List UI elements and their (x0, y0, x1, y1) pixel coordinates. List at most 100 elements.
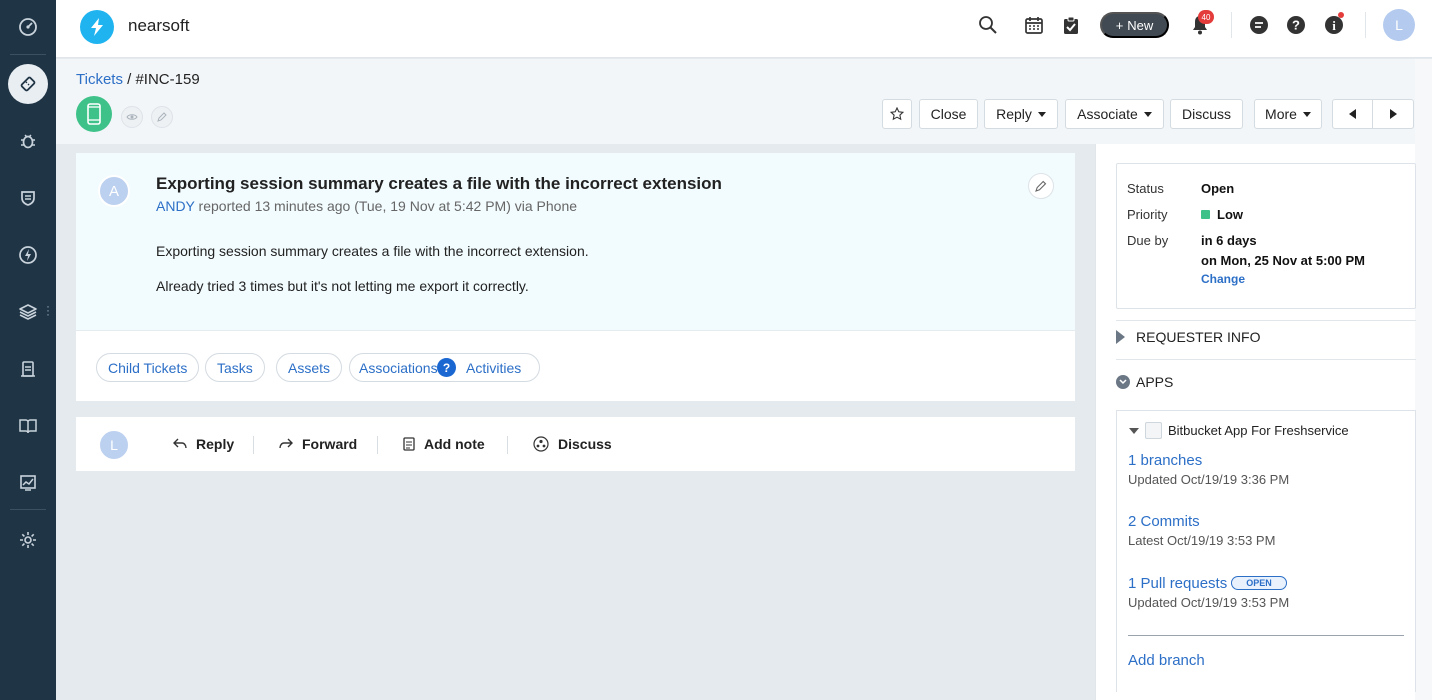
info-alert-dot (1338, 12, 1344, 18)
new-button-label: New (1127, 17, 1154, 33)
chevron-down-icon (1037, 111, 1046, 117)
commits-link[interactable]: 2 Commits (1128, 513, 1200, 530)
chevron-left-icon (1348, 109, 1356, 119)
expand-requester-info-icon[interactable] (1116, 330, 1125, 344)
app-name: Bitbucket App For Freshservice (1168, 423, 1349, 438)
search-icon[interactable] (977, 14, 999, 36)
change-due-date-link[interactable]: Change (1201, 272, 1245, 286)
topbar-divider (1365, 12, 1366, 38)
reply-dropdown-label: Reply (996, 106, 1032, 122)
bitbucket-app-widget: Bitbucket App For Freshservice 1 branche… (1116, 410, 1416, 692)
help-icon[interactable]: ? (1285, 14, 1307, 36)
workspace-name: nearsoft (128, 16, 190, 35)
status-label: Status (1127, 181, 1164, 196)
priority-value[interactable]: Low (1201, 207, 1243, 222)
reply-bar-divider (253, 436, 254, 454)
branches-link[interactable]: 1 branches (1128, 452, 1202, 469)
due-relative: in 6 days (1201, 233, 1257, 248)
app-divider (1128, 635, 1404, 636)
tab-assets[interactable]: Assets (276, 353, 343, 382)
discuss-action[interactable]: Discuss (533, 436, 612, 452)
breadcrumb-current: #INC-159 (135, 71, 200, 88)
svg-text:i: i (1332, 18, 1336, 33)
reply-action[interactable]: Reply (173, 436, 234, 452)
pull-requests-row: 1 Pull requests OPEN (1128, 575, 1287, 592)
sidebar-divider (10, 54, 46, 55)
ticket-properties-box: Status Open Priority Low Due by in 6 day… (1116, 163, 1416, 309)
more-dots-icon[interactable]: · · · (46, 300, 50, 320)
apps-section-title[interactable]: APPS (1136, 374, 1173, 390)
more-dropdown-label: More (1265, 106, 1297, 122)
requester-avatar: A (98, 175, 130, 207)
pull-requests-updated: Updated Oct/19/19 3:53 PM (1128, 595, 1290, 610)
section-divider (1116, 359, 1416, 360)
reply-bar-divider (377, 436, 378, 454)
user-avatar[interactable]: L (1383, 9, 1415, 41)
ticket-properties-panel: Status Open Priority Low Due by in 6 day… (1095, 144, 1416, 700)
reply-bar-divider (507, 436, 508, 454)
problems-bug-icon[interactable] (8, 121, 48, 161)
tab-activities[interactable]: Activities (456, 353, 531, 382)
branches-updated: Updated Oct/19/19 3:36 PM (1128, 472, 1290, 487)
admin-gear-icon[interactable] (8, 520, 48, 560)
chevron-down-icon (1302, 111, 1311, 117)
reports-chart-icon[interactable] (8, 463, 48, 503)
ticket-header: Tickets / #INC-159 Close Reply Associate… (56, 59, 1415, 144)
tab-associations-label: Associations (359, 359, 438, 376)
commits-latest: Latest Oct/19/19 3:53 PM (1128, 533, 1276, 548)
requester-info-section-title[interactable]: REQUESTER INFO (1136, 329, 1260, 345)
discuss-button[interactable]: Discuss (1170, 99, 1243, 129)
notification-count-badge: 40 (1198, 10, 1214, 24)
add-branch-link[interactable]: Add branch (1128, 652, 1205, 669)
requester-link[interactable]: ANDY (156, 198, 195, 214)
forward-action[interactable]: Forward (279, 436, 357, 452)
chevron-right-icon (1390, 109, 1397, 119)
add-note-action-label: Add note (424, 436, 485, 452)
section-divider (1116, 320, 1416, 321)
more-dropdown-button[interactable]: More (1254, 99, 1322, 129)
reply-arrow-icon (173, 438, 187, 449)
associations-help-icon[interactable]: ? (437, 358, 456, 377)
assets-layers-icon[interactable] (8, 292, 48, 332)
tab-child-tickets[interactable]: Child Tickets (96, 353, 200, 382)
topbar-divider (1231, 12, 1232, 38)
left-sidebar: · · · (0, 0, 56, 700)
collapse-apps-icon[interactable] (1116, 375, 1130, 389)
watch-eye-icon[interactable] (121, 106, 143, 128)
bitbucket-app-header[interactable]: Bitbucket App For Freshservice (1129, 422, 1349, 439)
todo-checklist-icon[interactable] (1060, 14, 1082, 36)
edit-pencil-icon[interactable] (151, 106, 173, 128)
forward-arrow-icon (279, 438, 293, 449)
chat-icon[interactable] (1248, 14, 1270, 36)
edit-description-pencil-icon[interactable] (1028, 173, 1054, 199)
releases-bolt-icon[interactable] (8, 235, 48, 275)
next-ticket-button[interactable] (1372, 99, 1414, 129)
ticket-card: A Exporting session summary creates a fi… (76, 153, 1075, 401)
svg-text:?: ? (1292, 18, 1300, 33)
changes-shield-icon[interactable] (8, 178, 48, 218)
status-value[interactable]: Open (1201, 181, 1234, 196)
reply-dropdown-button[interactable]: Reply (984, 99, 1058, 129)
tickets-icon[interactable] (8, 64, 48, 104)
top-bar: nearsoft + New 40 ? i L (56, 0, 1432, 58)
solutions-book-icon[interactable] (8, 406, 48, 446)
pull-requests-link[interactable]: 1 Pull requests (1128, 575, 1227, 592)
tab-tasks[interactable]: Tasks (205, 353, 265, 382)
close-ticket-button[interactable]: Close (919, 99, 978, 129)
plus-icon: + (1115, 17, 1124, 33)
new-button[interactable]: + New (1100, 12, 1169, 38)
dashboard-icon[interactable] (8, 7, 48, 47)
page-scrollbar[interactable] (1415, 59, 1432, 700)
priority-label: Priority (1127, 207, 1168, 222)
star-icon (890, 107, 904, 121)
discuss-team-icon (533, 436, 549, 452)
calendar-icon[interactable] (1023, 14, 1045, 36)
purchase-orders-icon[interactable] (8, 349, 48, 389)
reply-bar: L Reply Forward Add note Discuss (76, 417, 1075, 471)
star-button[interactable] (882, 99, 912, 129)
freshservice-logo-icon[interactable] (80, 10, 114, 44)
associate-dropdown-button[interactable]: Associate (1065, 99, 1164, 129)
previous-ticket-button[interactable] (1332, 99, 1373, 129)
breadcrumb-tickets-link[interactable]: Tickets (76, 71, 123, 88)
add-note-action[interactable]: Add note (403, 436, 485, 452)
